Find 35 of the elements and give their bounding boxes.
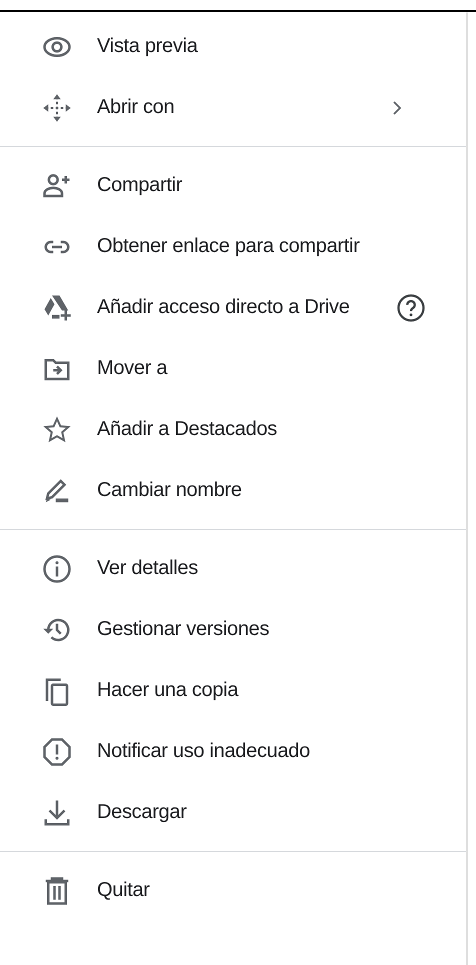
menu-item[interactable]: Abrir con [0,77,466,138]
menu-item-label: Obtener enlace para compartir [97,235,360,258]
menu-item-label: Descargar [97,801,187,824]
help-icon[interactable] [396,292,426,322]
menu-item-label: Compartir [97,174,182,197]
menu-item[interactable]: Hacer una copia [0,660,466,721]
move-arrows-icon [42,92,72,122]
menu-item-label: Notificar uso inadecuado [97,740,310,763]
menu-item[interactable]: Añadir a Destacados [0,399,466,460]
menu-item[interactable]: Quitar [0,860,466,921]
star-icon [42,414,72,444]
menu-item[interactable]: Cambiar nombre [0,460,466,521]
menu-item-label: Quitar [97,879,150,902]
info-icon [42,554,72,584]
menu-item-label: Vista previa [97,35,198,58]
drive-add-icon [42,292,72,322]
menu-item[interactable]: Notificar uso inadecuado [0,721,466,782]
menu-item-label: Cambiar nombre [97,479,242,502]
menu-item-label: Ver detalles [97,557,198,580]
menu-item[interactable]: Descargar [0,782,466,843]
download-icon [42,798,72,828]
menu-item[interactable]: Gestionar versiones [0,599,466,660]
menu-item-label: Hacer una copia [97,679,238,702]
menu-item-label: Gestionar versiones [97,618,270,641]
menu-item[interactable]: Ver detalles [0,538,466,599]
menu-item-label: Mover a [97,357,168,380]
menu-item[interactable]: Vista previa [0,16,466,77]
report-icon [42,736,72,766]
menu-item-label: Añadir a Destacados [97,418,277,441]
menu-item[interactable]: Añadir acceso directo a Drive [0,277,466,338]
menu-item[interactable]: Obtener enlace para compartir [0,216,466,277]
menu-item[interactable]: Compartir [0,155,466,216]
menu-item-label: Abrir con [97,96,174,119]
menu-item-label: Añadir acceso directo a Drive [97,296,350,319]
menu-item[interactable]: Mover a [0,338,466,399]
